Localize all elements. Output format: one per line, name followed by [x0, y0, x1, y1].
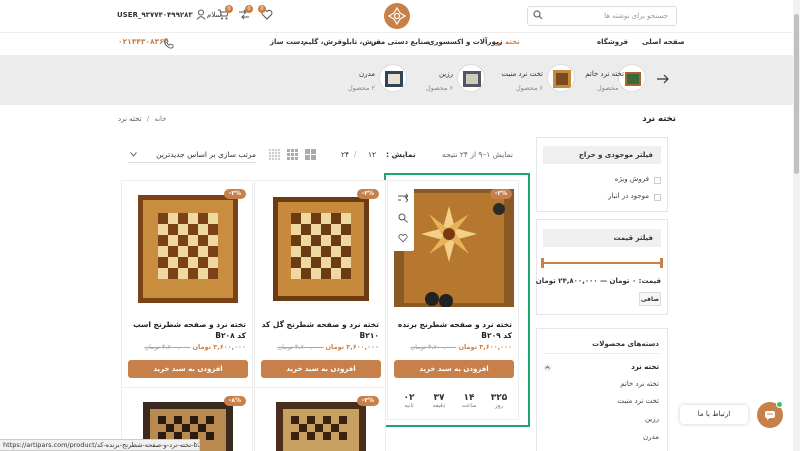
online-indicator [776, 401, 783, 408]
shop-toolbar: نمایش ۱–۹ از ۲۴ نتیجه نمایش : ۱۲ / ۲۴ مر… [118, 146, 518, 164]
per-page-label: نمایش : [386, 150, 416, 159]
product-image[interactable] [261, 189, 381, 307]
product-card[interactable]: -۳% تخته نرد و صفحه شطرنج اسب کد B۲۰۸ ۳,… [121, 180, 253, 420]
wishlist-count-badge: 0 [258, 5, 266, 13]
search-icon[interactable] [533, 10, 543, 20]
category-item[interactable]: مدرن ۲ محصول [345, 64, 407, 96]
discount-badge: -۳% [224, 189, 246, 199]
category-thumb [379, 64, 407, 92]
breadcrumb-home[interactable]: خانه [154, 115, 166, 123]
product-card[interactable]: -۳% تخته نرد و صفحه شطرنج گل کد B۲۱۰ ۳,۶… [254, 180, 386, 420]
discount-badge: -۳% [357, 189, 379, 199]
category-link-resin[interactable]: رزین [645, 415, 659, 423]
nav-handmade[interactable]: دست ساز [270, 38, 304, 46]
nav-carpet[interactable]: فرش، تابلوفرش، گلیم [303, 38, 381, 46]
category-name: رزین [438, 70, 453, 78]
user-icon[interactable] [196, 9, 206, 20]
product-title[interactable]: تخته نرد و صفحه شطرنج گل کد B۲۱۰ [261, 319, 379, 341]
grid-4-icon[interactable] [269, 149, 280, 160]
filter-in-stock-label[interactable]: موجود در انبار [608, 192, 649, 200]
stock-filter-title: فیلتر موجودی و حراج [543, 146, 661, 164]
per-page-12[interactable]: ۱۲ [368, 150, 376, 159]
sale-price: ۳,۶۰۰,۰۰۰ تومان [192, 343, 246, 351]
category-link-khatam[interactable]: تخته نرد خاتم [620, 380, 659, 388]
stock-filter-widget: فیلتر موجودی و حراج فروش ویژه موجود در ا… [536, 137, 668, 212]
product-categories-widget: دسته‌های محصولات تخته نرد تخته نرد خاتم … [536, 328, 668, 451]
logo-icon [387, 6, 407, 26]
category-thumb [457, 64, 485, 92]
divider [543, 353, 661, 354]
sort-select[interactable]: مرتب سازی بر اساس جدیدترین [128, 146, 256, 163]
category-link-backgammon[interactable]: تخته نرد [631, 363, 659, 371]
price-range-text: قیمت: ۰ تومان — ۲۴,۸۰۰,۰۰۰ تومان [535, 277, 661, 285]
price-slider-min-handle[interactable] [541, 258, 544, 268]
site-logo[interactable] [384, 3, 410, 29]
nav-home[interactable]: صفحه اصلی [642, 38, 685, 46]
status-bar-url: https://artipars.com/product/تخته-نرد-و-… [0, 439, 200, 451]
phone-number[interactable]: ۰۲۱۴۴۳۰۸۳۶۲ [118, 37, 168, 46]
product-price: ۳,۶۰۰,۰۰۰ تومان ۳,۷۰۰,۰۰۰ تومان [130, 343, 246, 351]
category-count: ۶ محصول [516, 84, 543, 92]
price-filter-button[interactable]: صافی [639, 292, 661, 306]
discount-badge: -۸% [224, 396, 246, 406]
category-name: تخت نرد منبت [501, 70, 543, 78]
add-to-cart-button[interactable]: افزودن به سبد خرید [261, 360, 381, 378]
selection-highlight [384, 173, 530, 427]
breadcrumb-current: تخته نرد [118, 115, 142, 123]
result-count: نمایش ۱–۹ از ۲۴ نتیجه [442, 150, 513, 159]
arrow-right-icon[interactable] [657, 74, 669, 84]
product-title[interactable]: تخته نرد و صفحه شطرنج اسب کد B۲۰۸ [128, 319, 246, 341]
category-thumb [547, 64, 575, 92]
chat-icon [765, 411, 775, 420]
category-strip: تخته نرد خاتم ۰ محصول تخت نرد منبت ۶ محص… [0, 56, 793, 105]
category-count: ۰ محصول [597, 84, 624, 92]
sort-select-value: مرتب سازی بر اساس جدیدترین [156, 150, 256, 159]
scrollbar-thumb[interactable] [794, 14, 799, 174]
search-input[interactable]: جستجو برای نوشته ها [527, 6, 677, 26]
chevron-down-icon [130, 152, 137, 157]
filter-special-sale-label[interactable]: فروش ویژه [615, 175, 649, 183]
grid-2-icon[interactable] [305, 149, 316, 160]
price-slider-max-handle[interactable] [660, 258, 663, 268]
compare-count-badge: 0 [245, 5, 253, 13]
product-card[interactable]: -۳% [254, 387, 386, 451]
price-filter-widget: فیلتر قیمت قیمت: ۰ تومان — ۲۴,۸۰۰,۰۰۰ تو… [536, 219, 668, 315]
product-image[interactable] [128, 189, 248, 307]
price-filter-title: فیلتر قیمت [543, 229, 661, 247]
page-title: تخته نرد [642, 114, 676, 124]
per-page-24[interactable]: ۲۴ [341, 150, 349, 159]
chevron-up-icon[interactable] [543, 363, 552, 372]
price-slider-track[interactable] [543, 262, 661, 264]
site-header: جستجو برای نوشته ها USER_۹۳۷۷۴۰۴۹۹۲۸۳ سل… [0, 0, 793, 56]
checkbox-special-sale[interactable] [654, 177, 661, 184]
add-to-cart-button[interactable]: افزودن به سبد خرید [128, 360, 248, 378]
cart-count-badge: 0 [225, 5, 233, 13]
grid-3-icon[interactable] [287, 149, 298, 160]
nav-shop[interactable]: فروشگاه [597, 38, 628, 46]
nav-jewelry[interactable]: زیورآلات و اکسسوری [428, 38, 503, 46]
regular-price: ۳,۷۰۰,۰۰۰ تومان [277, 343, 324, 351]
username[interactable]: USER_۹۳۷۷۴۰۴۹۹۲۸۳ [117, 11, 193, 19]
category-name: تخته نرد خاتم [585, 70, 624, 78]
checkbox-in-stock[interactable] [654, 194, 661, 201]
category-item[interactable]: تخت نرد منبت ۶ محصول [495, 64, 575, 96]
category-link-modern[interactable]: مدرن [643, 433, 659, 441]
category-item[interactable]: رزین ۶ محصول [425, 64, 485, 96]
category-count: ۲ محصول [348, 84, 375, 92]
category-name: مدرن [359, 70, 375, 78]
sale-price: ۳,۶۰۰,۰۰۰ تومان [325, 343, 379, 351]
chat-label[interactable]: ارتباط با ما [680, 405, 748, 424]
category-item[interactable]: تخته نرد خاتم ۰ محصول [585, 64, 654, 96]
discount-badge: -۳% [357, 396, 379, 406]
category-link-monabat[interactable]: تخت نرد منبت [617, 397, 659, 405]
product-price: ۳,۶۰۰,۰۰۰ تومان ۳,۷۰۰,۰۰۰ تومان [263, 343, 379, 351]
breadcrumb: خانه / تخته نرد [118, 115, 167, 123]
categories-widget-title: دسته‌های محصولات [592, 340, 659, 348]
breadcrumb-separator: / [146, 115, 150, 123]
regular-price: ۳,۷۰۰,۰۰۰ تومان [144, 343, 191, 351]
category-count: ۶ محصول [426, 84, 453, 92]
per-page-separator: / [354, 150, 357, 159]
